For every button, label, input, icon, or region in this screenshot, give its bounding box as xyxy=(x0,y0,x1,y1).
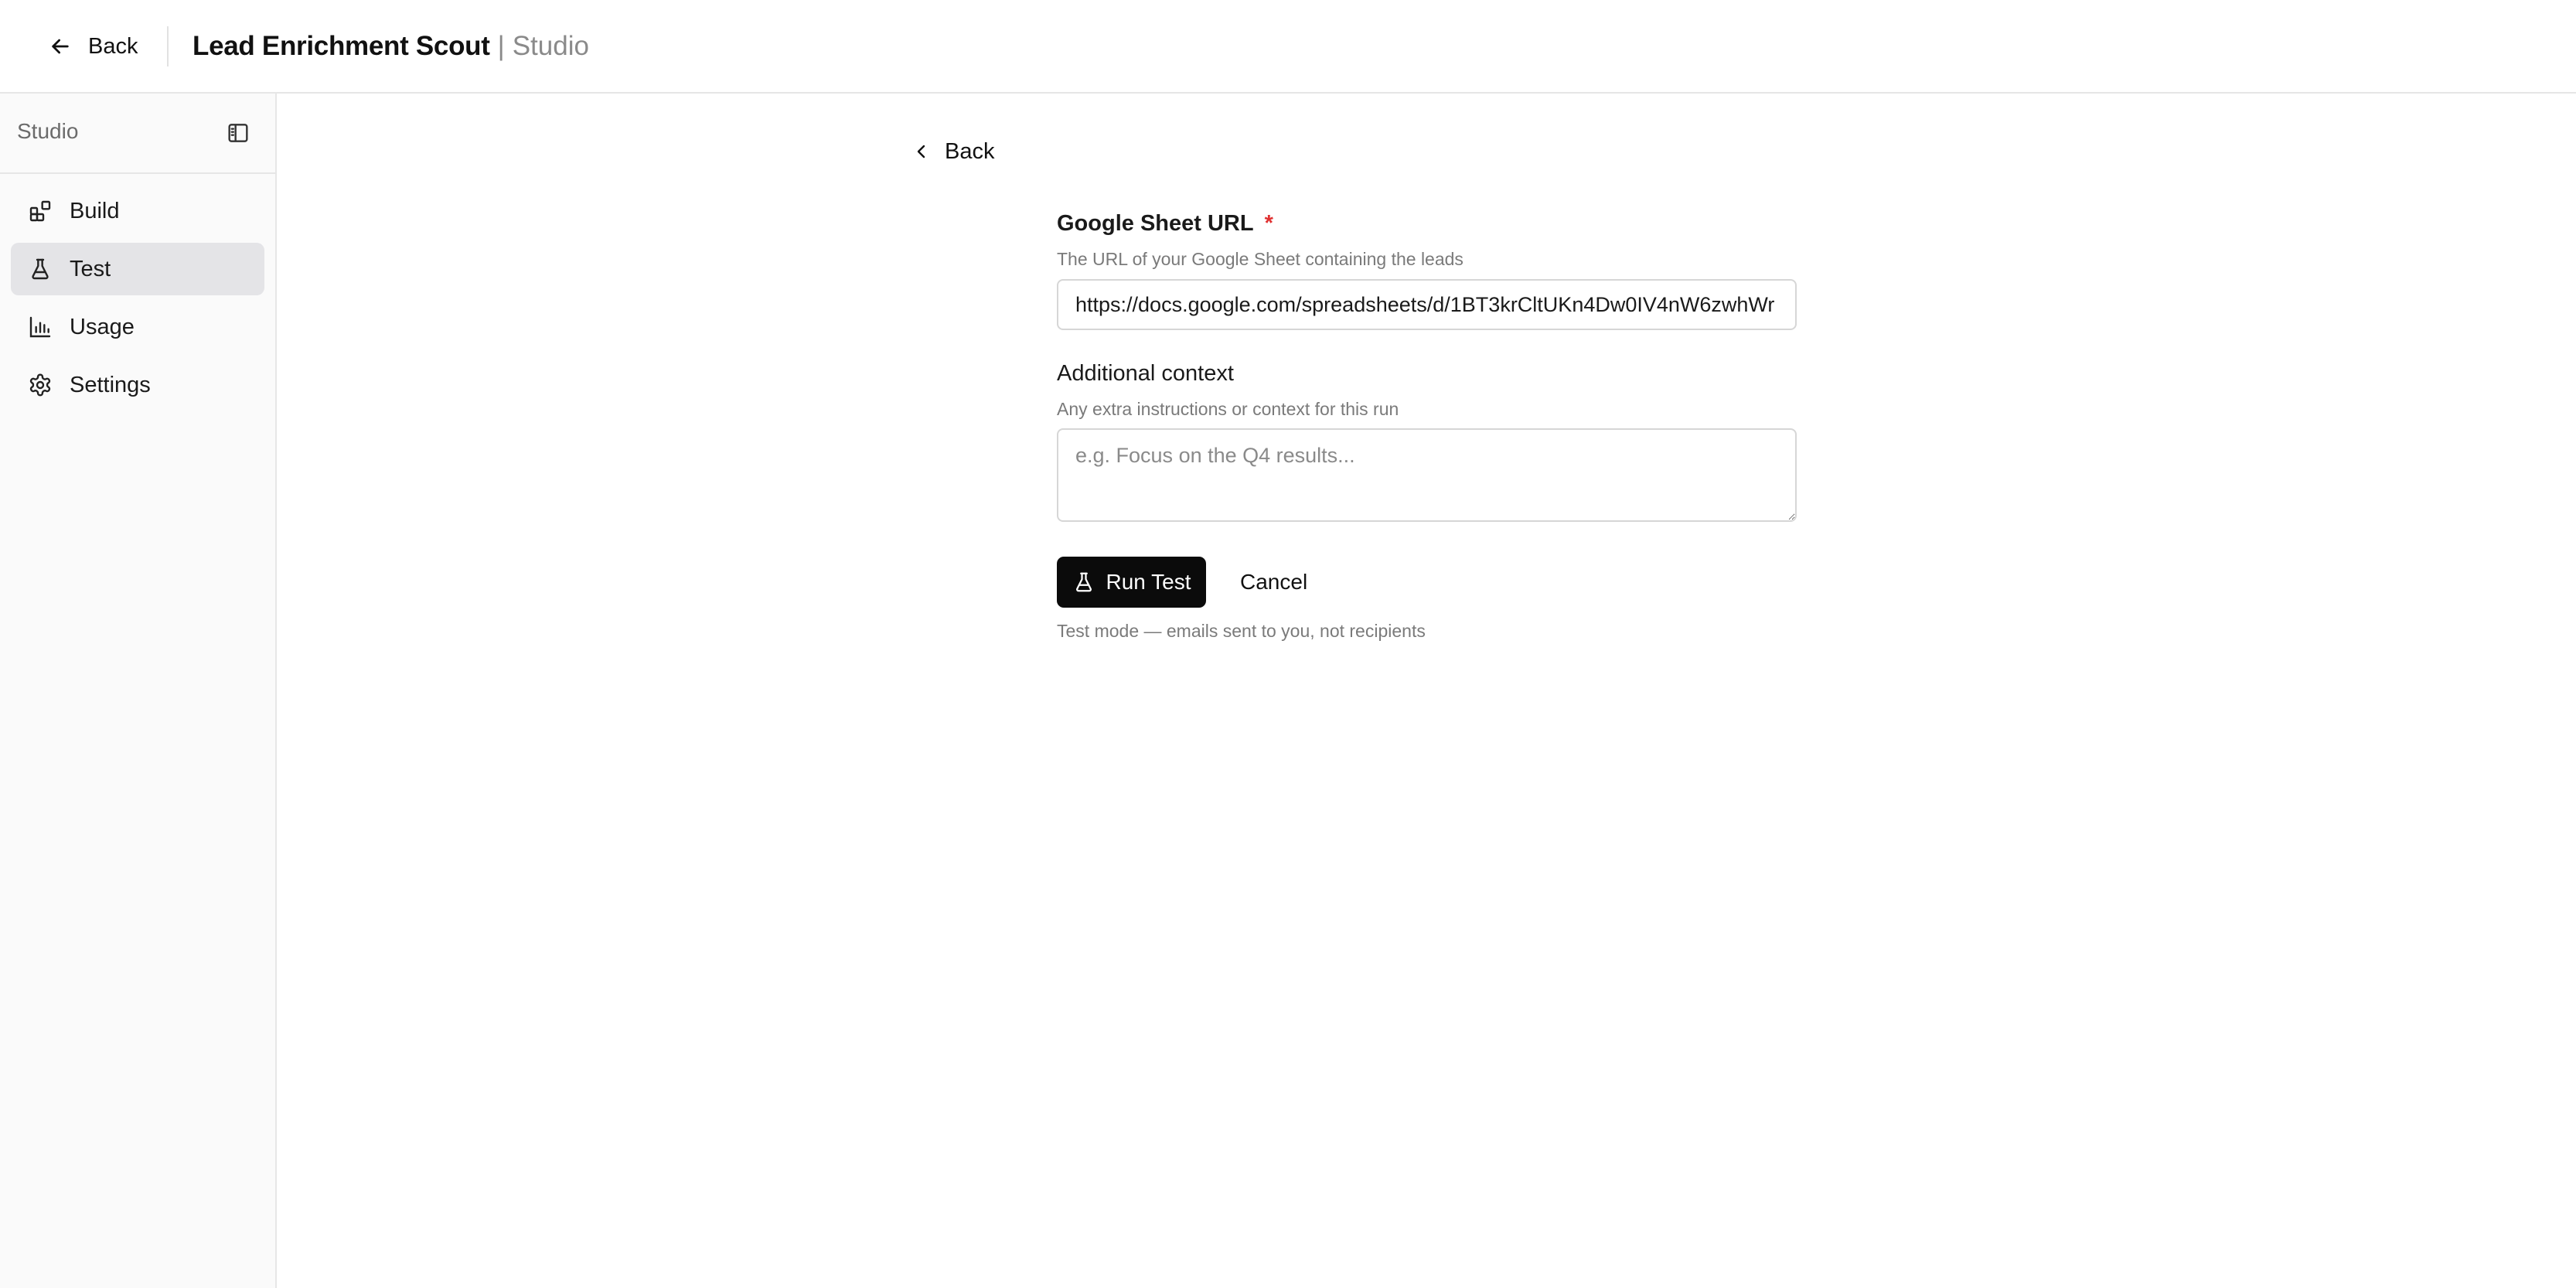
page-title: Lead Enrichment Scout | Studio xyxy=(193,28,589,65)
context-label: Additional context xyxy=(1057,361,1234,386)
flask-icon xyxy=(1075,572,1092,592)
header-back-button[interactable]: Back xyxy=(48,28,138,65)
sidebar-item-label: Build xyxy=(70,198,120,223)
top-header: Back Lead Enrichment Scout | Studio xyxy=(0,0,2576,94)
app-suffix: Studio xyxy=(512,31,589,61)
run-test-button[interactable]: Run Test xyxy=(1057,557,1206,608)
sheet-url-input[interactable] xyxy=(1057,279,1797,330)
cancel-button[interactable]: Cancel xyxy=(1226,557,1321,608)
sheet-url-label-text: Google Sheet URL xyxy=(1057,211,1254,236)
bar-chart-icon xyxy=(29,316,51,338)
title-separator: | xyxy=(497,31,505,61)
run-test-label: Run Test xyxy=(1106,570,1191,594)
header-divider xyxy=(167,26,169,66)
arrow-left-icon xyxy=(52,39,69,54)
sidebar-item-label: Usage xyxy=(70,314,135,339)
context-textarea[interactable] xyxy=(1057,428,1797,522)
sidebar-toggle-icon[interactable] xyxy=(226,121,250,145)
sidebar-nav: Build Test Usage Settings xyxy=(0,174,275,411)
sheet-url-help: The URL of your Google Sheet containing … xyxy=(1057,249,1463,269)
sidebar-item-build[interactable]: Build xyxy=(11,185,264,237)
sidebar-header: Studio xyxy=(0,94,275,174)
sheet-url-label: Google Sheet URL * xyxy=(1057,211,1273,237)
back-link[interactable]: Back xyxy=(912,136,994,167)
sidebar-item-test[interactable]: Test xyxy=(11,243,264,295)
sidebar: Studio Build Test Usage Settings xyxy=(0,94,277,1288)
test-mode-note: Test mode — emails sent to you, not reci… xyxy=(1057,621,1426,641)
required-mark: * xyxy=(1264,211,1273,236)
flask-icon xyxy=(32,258,49,280)
header-back-label: Back xyxy=(88,33,138,59)
sidebar-title: Studio xyxy=(17,119,79,143)
sidebar-item-label: Settings xyxy=(70,372,151,397)
back-link-label: Back xyxy=(945,138,995,164)
blocks-icon xyxy=(29,200,51,222)
sidebar-item-settings[interactable]: Settings xyxy=(11,359,264,411)
sidebar-item-label: Test xyxy=(70,256,111,281)
chevron-left-icon xyxy=(917,145,925,158)
gear-icon xyxy=(29,373,51,397)
sidebar-item-usage[interactable]: Usage xyxy=(11,301,264,353)
app-name: Lead Enrichment Scout xyxy=(193,31,490,61)
context-help: Any extra instructions or context for th… xyxy=(1057,399,1399,419)
